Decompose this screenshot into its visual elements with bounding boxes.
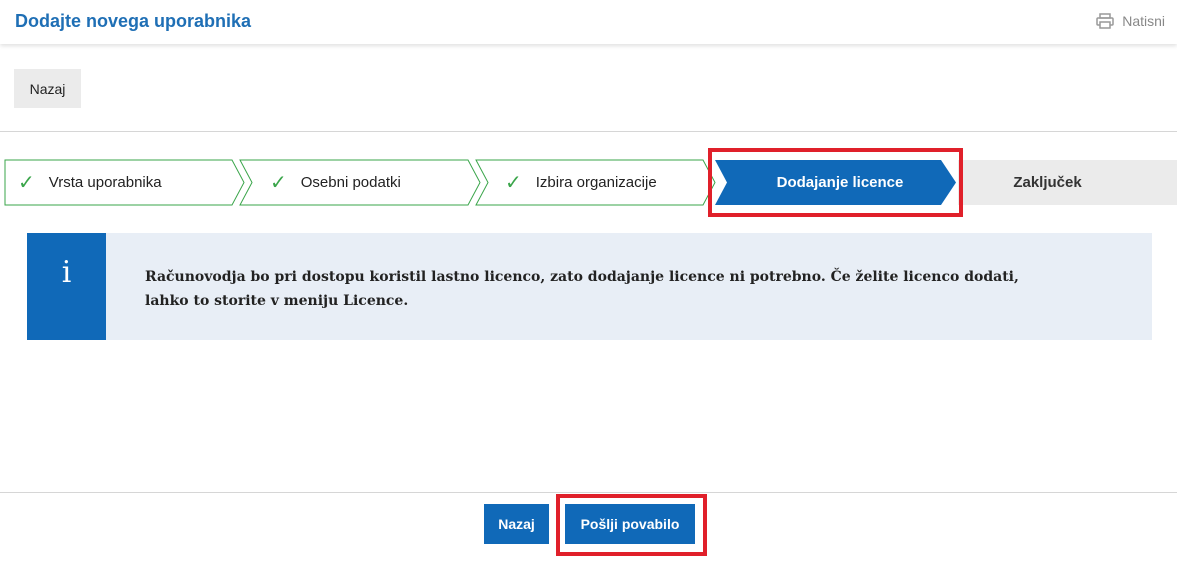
- wizard-step-5[interactable]: Zaključek: [960, 159, 1135, 206]
- check-icon: ✓: [505, 172, 522, 194]
- wizard-steps: ✓ Vrsta uporabnika ✓ Osebni podatki ✓ Iz…: [0, 159, 1177, 206]
- wizard-step-label: Dodajanje licence: [776, 174, 904, 191]
- info-message: Računovodja bo pri dostopu koristil last…: [145, 269, 1019, 309]
- wizard-step-label: Osebni podatki: [300, 174, 401, 191]
- printer-icon: [1096, 13, 1114, 29]
- wizard-step-label: Vrsta uporabnika: [48, 174, 162, 191]
- wizard-step-1[interactable]: ✓ Vrsta uporabnika: [18, 159, 228, 206]
- wizard-step-label: Izbira organizacije: [535, 174, 657, 191]
- wizard-step-2[interactable]: ✓ Osebni podatki: [270, 159, 470, 206]
- wizard-step-3[interactable]: ✓ Izbira organizacije: [505, 159, 705, 206]
- print-label: Natisni: [1122, 13, 1165, 29]
- page-header: Dodajte novega uporabnika Natisni: [0, 0, 1177, 44]
- footer-divider: [0, 492, 1177, 493]
- wizard-step-label: Zaključek: [1013, 174, 1082, 191]
- back-button-top[interactable]: Nazaj: [14, 69, 81, 108]
- back-button[interactable]: Nazaj: [484, 504, 549, 544]
- wizard-step-4-active[interactable]: Dodajanje licence: [725, 159, 955, 206]
- print-link[interactable]: Natisni: [1096, 13, 1165, 29]
- info-icon: i: [27, 233, 106, 340]
- send-invitation-button[interactable]: Pošlji povabilo: [565, 504, 695, 544]
- divider: [0, 131, 1177, 132]
- page-title: Dodajte novega uporabnika: [15, 11, 252, 31]
- info-box: i Računovodja bo pri dostopu koristil la…: [27, 233, 1152, 340]
- check-icon: ✓: [18, 172, 35, 194]
- check-icon: ✓: [270, 172, 287, 194]
